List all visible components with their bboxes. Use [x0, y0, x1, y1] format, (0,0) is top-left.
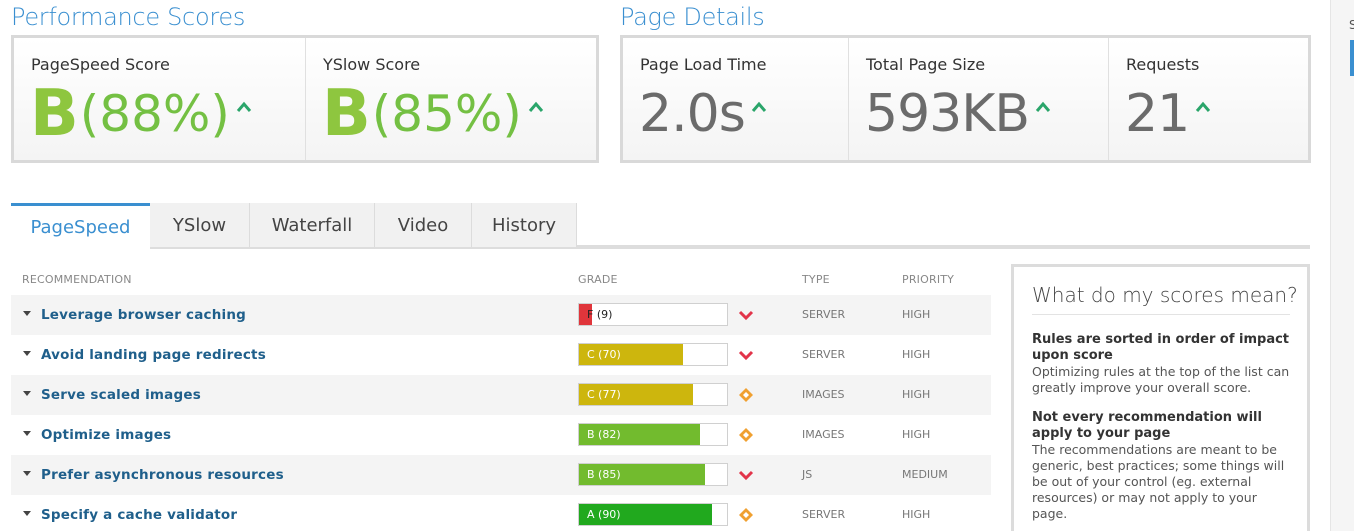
tab-pagespeed[interactable]: PageSpeed [11, 203, 150, 249]
priority-label: HIGH [902, 428, 931, 441]
header-type: TYPE [802, 273, 830, 286]
priority-label: MEDIUM [902, 468, 948, 481]
recommendation-name[interactable]: Avoid landing page redirects [41, 347, 266, 363]
page-size-cell: Total Page Size 593KB [849, 38, 1109, 160]
scroll-edge-text: S [1349, 18, 1354, 32]
neutral-diamond-icon [739, 428, 753, 442]
type-label: IMAGES [802, 428, 845, 441]
expand-caret-icon[interactable] [23, 311, 31, 316]
grade-bar: F (9) [578, 303, 728, 326]
report-tabs: PageSpeed YSlow Waterfall Video History [11, 203, 577, 249]
table-row[interactable]: Leverage browser caching F (9) SERVER HIGH [11, 295, 991, 335]
expand-caret-icon[interactable] [23, 391, 31, 396]
yslow-score-label: YSlow Score [323, 55, 421, 74]
type-label: JS [802, 468, 813, 481]
requests-cell: Requests 21 [1109, 38, 1308, 160]
tab-history[interactable]: History [472, 203, 577, 247]
requests-value: 21 [1125, 84, 1190, 144]
yslow-grade: B [322, 77, 371, 151]
performance-scores-panel: PageSpeed Score B (88%) YSlow Score B (8… [11, 35, 599, 163]
help-heading-sorted: Rules are sorted in order of impact upon… [1032, 332, 1290, 363]
priority-label: HIGH [902, 388, 931, 401]
expand-caret-icon[interactable] [23, 471, 31, 476]
down-arrow-icon [738, 470, 754, 481]
help-text-sorted: Optimizing rules at the top of the list … [1032, 364, 1290, 395]
page-scrollbar[interactable]: S [1330, 0, 1354, 531]
pagespeed-score-cell: PageSpeed Score B (88%) [14, 38, 306, 160]
grade-text: B (82) [587, 428, 621, 441]
recommendation-name[interactable]: Leverage browser caching [41, 307, 246, 323]
yslow-score-cell: YSlow Score B (85%) [306, 38, 596, 160]
type-label: SERVER [802, 308, 846, 321]
grade-bar: B (82) [578, 423, 728, 446]
requests-label: Requests [1126, 55, 1200, 74]
scores-help-title: What do my scores mean? [1032, 283, 1298, 307]
header-recommendation: RECOMMENDATION [22, 273, 132, 286]
grade-bar: A (90) [578, 503, 728, 526]
load-time-cell: Page Load Time 2.0s [623, 38, 849, 160]
expand-caret-icon[interactable] [23, 351, 31, 356]
load-time-value: 2.0s [639, 84, 746, 144]
header-priority: PRIORITY [902, 273, 955, 286]
yslow-percent: (85%) [371, 85, 522, 143]
pagespeed-grade: B [30, 77, 79, 151]
pagespeed-score-label: PageSpeed Score [31, 55, 170, 74]
recommendation-name[interactable]: Specify a cache validator [41, 507, 237, 523]
neutral-diamond-icon [739, 388, 753, 402]
tab-yslow[interactable]: YSlow [150, 203, 250, 247]
recommendation-name[interactable]: Optimize images [41, 427, 171, 443]
table-row[interactable]: Avoid landing page redirects C (70) SERVER… [11, 335, 991, 375]
up-arrow-icon [751, 101, 766, 112]
priority-label: HIGH [902, 348, 931, 361]
recommendation-name[interactable]: Prefer asynchronous resources [41, 467, 284, 483]
table-row[interactable]: Serve scaled images C (77) IMAGES HIGH [11, 375, 991, 415]
header-grade: GRADE [578, 273, 618, 286]
performance-scores-title: Performance Scores [11, 3, 246, 31]
page-details-title: Page Details [620, 3, 765, 31]
recommendation-name[interactable]: Serve scaled images [41, 387, 201, 403]
table-row[interactable]: Specify a cache validator A (90) SERVER HIG… [11, 495, 991, 531]
grade-text: B (85) [587, 468, 621, 481]
grade-text: C (77) [587, 388, 621, 401]
down-arrow-icon [738, 310, 754, 321]
page-details-panel: Page Load Time 2.0s Total Page Size 593K… [620, 35, 1311, 163]
expand-caret-icon[interactable] [23, 431, 31, 436]
priority-label: HIGH [902, 508, 931, 521]
help-text-not-every: The recommendations are meant to be gene… [1032, 442, 1285, 521]
table-row[interactable]: Prefer asynchronous resources B (85) JS MED… [11, 455, 991, 495]
grade-bar: B (85) [578, 463, 728, 486]
grade-text: F (9) [587, 308, 613, 321]
page-size-label: Total Page Size [866, 55, 986, 74]
help-heading-not-every: Not every recommendation will apply to y… [1032, 410, 1262, 441]
up-arrow-icon [528, 101, 544, 112]
grade-text: A (90) [587, 508, 621, 521]
down-arrow-icon [738, 350, 754, 361]
scrollbar-thumb[interactable] [1350, 40, 1354, 76]
type-label: IMAGES [802, 388, 845, 401]
pagespeed-percent: (88%) [79, 85, 230, 143]
grade-text: C (70) [587, 348, 621, 361]
up-arrow-icon [1035, 101, 1051, 112]
grade-bar: C (77) [578, 383, 728, 406]
load-time-label: Page Load Time [640, 55, 767, 74]
up-arrow-icon [236, 101, 252, 112]
tab-waterfall[interactable]: Waterfall [250, 203, 375, 247]
page-size-value: 593KB [865, 84, 1030, 144]
up-arrow-icon [1196, 101, 1211, 112]
scores-help-panel: What do my scores mean? Rules are sorted… [1011, 264, 1310, 531]
type-label: SERVER [802, 348, 846, 361]
tab-video[interactable]: Video [375, 203, 472, 247]
neutral-diamond-icon [739, 508, 753, 522]
priority-label: HIGH [902, 308, 931, 321]
type-label: SERVER [802, 508, 846, 521]
expand-caret-icon[interactable] [23, 511, 31, 516]
grade-bar: C (70) [578, 343, 728, 366]
divider [1032, 314, 1290, 315]
table-row[interactable]: Optimize images B (82) IMAGES HIGH [11, 415, 991, 455]
